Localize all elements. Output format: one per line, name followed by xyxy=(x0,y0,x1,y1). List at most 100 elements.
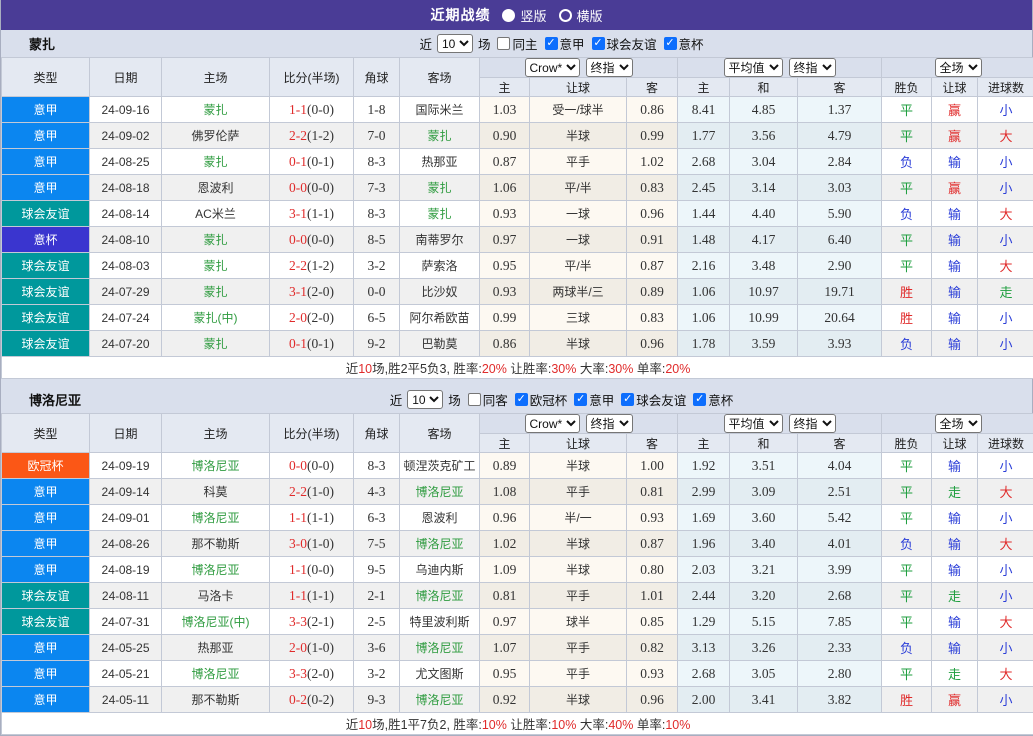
home-team[interactable]: 那不勒斯 xyxy=(162,531,270,557)
handicap-line: 半球 xyxy=(530,557,627,583)
corner-score: 7-0 xyxy=(354,123,400,149)
corner-score: 8-3 xyxy=(354,453,400,479)
home-team[interactable]: 热那亚 xyxy=(162,635,270,661)
home-team[interactable]: 蒙扎 xyxy=(162,279,270,305)
match-type-badge: 球会友谊 xyxy=(2,331,90,357)
home-team[interactable]: 蒙扎 xyxy=(162,97,270,123)
away-team[interactable]: 蒙扎 xyxy=(400,175,480,201)
away-team[interactable]: 尤文图斯 xyxy=(400,661,480,687)
radio-selected-icon[interactable] xyxy=(502,9,515,22)
away-team[interactable]: 乌迪内斯 xyxy=(400,557,480,583)
away-team[interactable]: 博洛尼亚 xyxy=(400,635,480,661)
home-team[interactable]: 博洛尼亚 xyxy=(162,453,270,479)
average-select[interactable]: 平均值 xyxy=(724,414,783,433)
home-team[interactable]: 博洛尼亚 xyxy=(162,505,270,531)
handicap-home-odds: 1.09 xyxy=(480,557,530,583)
home-team[interactable]: 蒙扎 xyxy=(162,253,270,279)
home-team[interactable]: AC米兰 xyxy=(162,201,270,227)
summary-stat-value: 10% xyxy=(551,718,576,732)
column-header: 主场 xyxy=(162,58,270,97)
results-table: 类型日期主场比分(半场)角球客场Crow*终指平均值终指全场主让球客主和客胜负让… xyxy=(1,413,1033,735)
bookmaker-select[interactable]: Crow* xyxy=(525,58,580,77)
home-team[interactable]: 恩波利 xyxy=(162,175,270,201)
home-team[interactable]: 科莫 xyxy=(162,479,270,505)
away-team[interactable]: 博洛尼亚 xyxy=(400,479,480,505)
team-section-2: 博洛尼亚近10场同客✓欧冠杯✓意甲✓球会友谊✓意杯类型日期主场比分(半场)角球客… xyxy=(1,386,1032,735)
away-team[interactable]: 博洛尼亚 xyxy=(400,531,480,557)
corner-score: 7-3 xyxy=(354,175,400,201)
avg-home-odds: 1.77 xyxy=(678,123,730,149)
away-team[interactable]: 阿尔希欧苗 xyxy=(400,305,480,331)
away-team[interactable]: 国际米兰 xyxy=(400,97,480,123)
home-team[interactable]: 蒙扎 xyxy=(162,149,270,175)
fulltime-score: 0-2 xyxy=(289,692,307,707)
match-date: 24-08-26 xyxy=(90,531,162,557)
home-team[interactable]: 佛罗伦萨 xyxy=(162,123,270,149)
match-score: 3-3(2-1) xyxy=(270,609,354,635)
home-team[interactable]: 博洛尼亚 xyxy=(162,557,270,583)
fullmatch-select[interactable]: 全场 xyxy=(935,58,982,77)
home-team[interactable]: 蒙扎 xyxy=(162,227,270,253)
corner-score: 9-3 xyxy=(354,687,400,713)
home-team[interactable]: 马洛卡 xyxy=(162,583,270,609)
avg-away-odds: 2.51 xyxy=(798,479,882,505)
match-type-badge: 意杯 xyxy=(2,227,90,253)
match-score: 0-0(0-0) xyxy=(270,175,354,201)
column-subheader: 和 xyxy=(730,434,798,453)
filter-league-checkbox[interactable]: ✓意甲 xyxy=(574,390,614,409)
filter-league-checkbox[interactable]: ✓意甲 xyxy=(545,34,585,53)
index-type-select[interactable]: 终指 xyxy=(586,58,633,77)
halftime-score: (0-1) xyxy=(307,336,334,351)
recent-count-select[interactable]: 10 xyxy=(407,390,443,409)
recent-count-select[interactable]: 10 xyxy=(437,34,473,53)
bookmaker-select[interactable]: Crow* xyxy=(525,414,580,433)
fullmatch-select[interactable]: 全场 xyxy=(935,414,982,433)
radio-vertical[interactable]: 竖版 xyxy=(502,6,546,25)
home-team[interactable]: 那不勒斯 xyxy=(162,687,270,713)
index-type-select-2[interactable]: 终指 xyxy=(789,58,836,77)
radio-horizontal[interactable]: 横版 xyxy=(559,6,603,25)
column-header: 角球 xyxy=(354,58,400,97)
away-team[interactable]: 热那亚 xyxy=(400,149,480,175)
filter-league-checkbox[interactable]: ✓球会友谊 xyxy=(621,390,686,409)
result-goals: 小 xyxy=(978,97,1033,123)
away-team[interactable]: 蒙扎 xyxy=(400,201,480,227)
index-type-select[interactable]: 终指 xyxy=(586,414,633,433)
avg-draw-odds: 3.60 xyxy=(730,505,798,531)
corner-score: 2-5 xyxy=(354,609,400,635)
away-team[interactable]: 巴勒莫 xyxy=(400,331,480,357)
away-team[interactable]: 蒙扎 xyxy=(400,123,480,149)
halftime-score: (2-0) xyxy=(307,284,334,299)
away-team[interactable]: 萨索洛 xyxy=(400,253,480,279)
halftime-score: (0-0) xyxy=(307,102,334,117)
match-date: 24-09-14 xyxy=(90,479,162,505)
handicap-away-odds: 0.99 xyxy=(627,123,678,149)
home-team[interactable]: 蒙扎(中) xyxy=(162,305,270,331)
away-team[interactable]: 特里波利斯 xyxy=(400,609,480,635)
home-team[interactable]: 博洛尼亚(中) xyxy=(162,609,270,635)
index-type-select-2[interactable]: 终指 xyxy=(789,414,836,433)
filter-same-checkbox[interactable]: 同主 xyxy=(497,34,537,53)
away-team[interactable]: 博洛尼亚 xyxy=(400,687,480,713)
filter-league-checkbox[interactable]: ✓意杯 xyxy=(693,390,733,409)
corner-score: 2-1 xyxy=(354,583,400,609)
away-team[interactable]: 顿涅茨克矿工 xyxy=(400,453,480,479)
handicap-away-odds: 1.01 xyxy=(627,583,678,609)
away-team[interactable]: 南蒂罗尔 xyxy=(400,227,480,253)
home-team[interactable]: 蒙扎 xyxy=(162,331,270,357)
match-type-badge: 意甲 xyxy=(2,175,90,201)
team-name: 博洛尼亚 xyxy=(29,390,81,409)
filter-same-checkbox[interactable]: 同客 xyxy=(468,390,508,409)
away-team[interactable]: 恩波利 xyxy=(400,505,480,531)
average-select[interactable]: 平均值 xyxy=(724,58,783,77)
filter-league-checkbox[interactable]: ✓意杯 xyxy=(664,34,704,53)
home-team[interactable]: 博洛尼亚 xyxy=(162,661,270,687)
fulltime-score: 2-2 xyxy=(289,484,307,499)
filter-league-checkbox[interactable]: ✓球会友谊 xyxy=(592,34,657,53)
away-team[interactable]: 比沙奴 xyxy=(400,279,480,305)
filter-league-checkbox[interactable]: ✓欧冠杯 xyxy=(515,390,568,409)
summary-stat-label: 大率: xyxy=(576,718,608,732)
column-subheader: 客 xyxy=(798,78,882,97)
radio-unselected-icon[interactable] xyxy=(559,9,572,22)
away-team[interactable]: 博洛尼亚 xyxy=(400,583,480,609)
